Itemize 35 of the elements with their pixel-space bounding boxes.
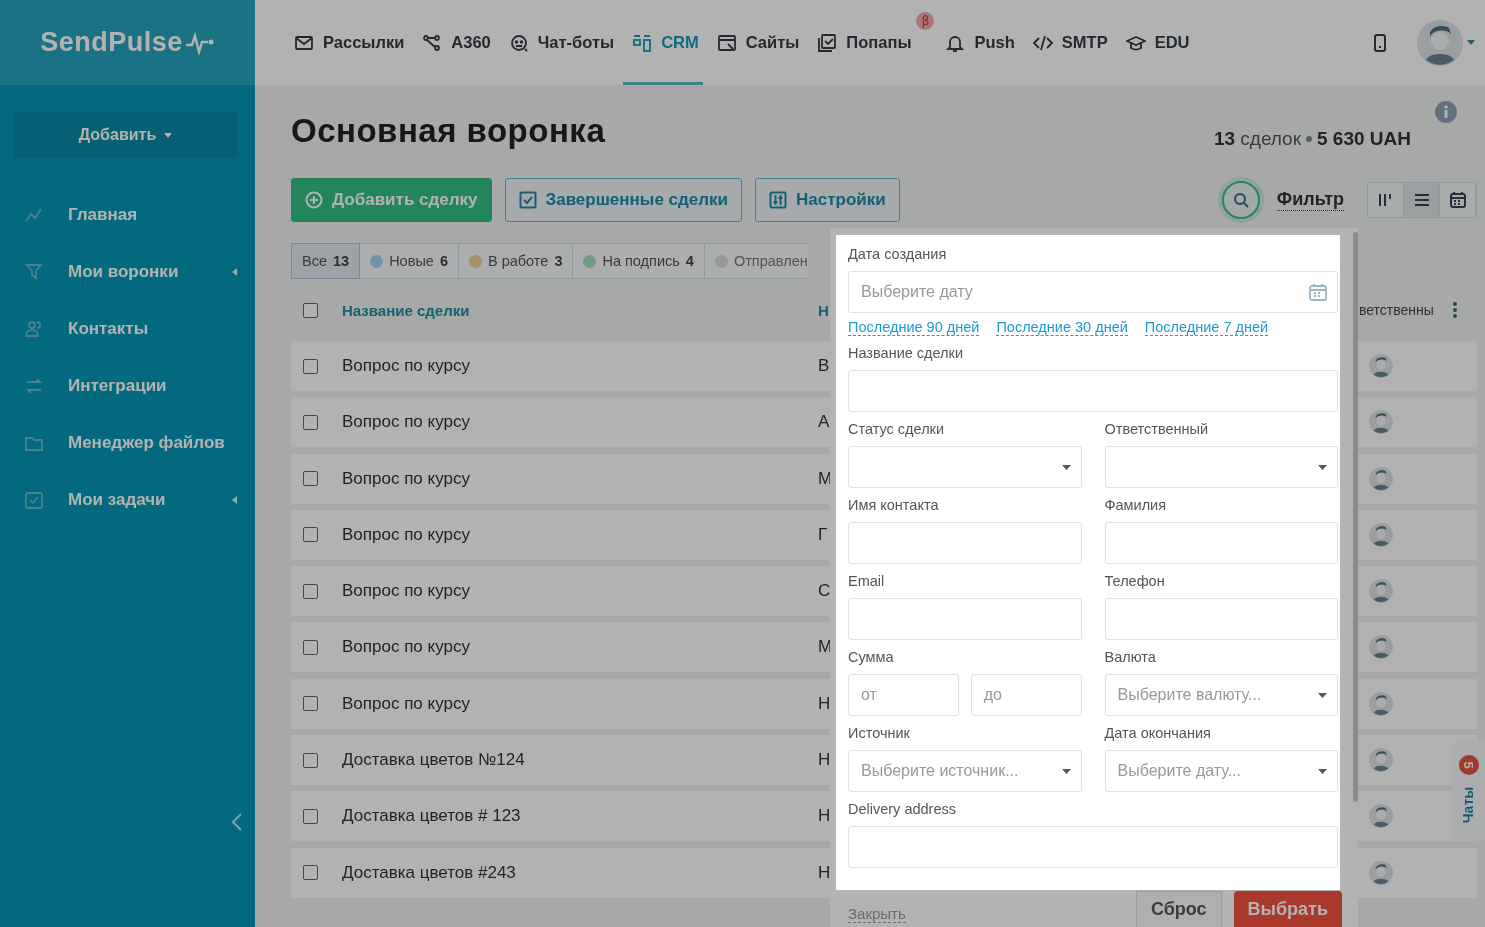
table-cell: В: [818, 356, 830, 376]
field-label: Email: [848, 572, 886, 590]
table-cell: Г: [818, 524, 828, 545]
field-label: Дата окончания: [1104, 724, 1212, 742]
deal-total: 5 630 UAH: [1317, 128, 1411, 150]
table-cell: Н: [818, 693, 831, 714]
table-cell-text: Вопрос по курсу: [342, 693, 471, 714]
field-label: Валюта: [1104, 648, 1157, 666]
count-badge: 5: [1458, 755, 1479, 775]
table-cell: Н: [818, 806, 831, 827]
field-label: Ответственный: [1104, 420, 1210, 438]
field-label: Delivery address: [848, 800, 957, 818]
deal-count: 13 сделок: [1213, 128, 1301, 150]
field-label: Сумма: [848, 648, 895, 666]
table-cell-text: Вопрос по курсу: [342, 524, 471, 545]
table-cell: Н: [818, 750, 831, 771]
logo: SendPulse: [40, 27, 183, 58]
table-cell-text: Доставка цветов # 123: [342, 806, 522, 827]
field-label: Статус сделки: [848, 420, 946, 438]
field-label: Название сделки: [848, 344, 965, 362]
table-cell-text: Вопрос по курсу: [342, 356, 471, 376]
table-cell: А: [818, 412, 830, 433]
table-cell-text: Вопрос по курсу: [342, 468, 471, 489]
beta-badge: β: [916, 12, 935, 30]
table-cell-text: Вопрос по курсу: [342, 581, 471, 602]
table-cell-text: Доставка цветов №124: [342, 750, 526, 771]
field-label: Источник: [848, 724, 911, 742]
table-cell-text: Вопрос по курсу: [342, 637, 471, 658]
field-label: Дата создания: [848, 245, 948, 263]
table-cell: С: [818, 581, 831, 602]
table-cell-text: Доставка цветов #243: [342, 862, 517, 883]
table-cell-text: Вопрос по курсу: [342, 412, 471, 433]
table-cell: Н: [818, 862, 831, 883]
field-label: Телефон: [1104, 572, 1166, 590]
page-title: Основная воронка: [291, 112, 607, 150]
